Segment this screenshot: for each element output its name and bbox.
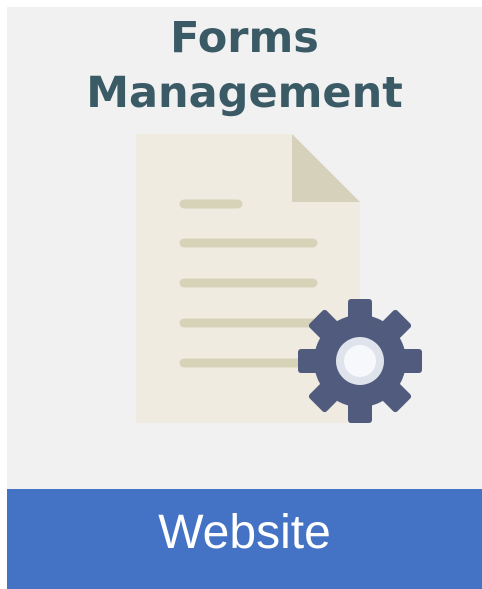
tile-footer[interactable]: Website xyxy=(7,489,482,589)
footer-label: Website xyxy=(158,505,331,559)
forms-management-tile[interactable]: Forms Management Website xyxy=(7,7,482,589)
gear-icon xyxy=(298,299,422,423)
tile-illustration xyxy=(136,134,422,423)
